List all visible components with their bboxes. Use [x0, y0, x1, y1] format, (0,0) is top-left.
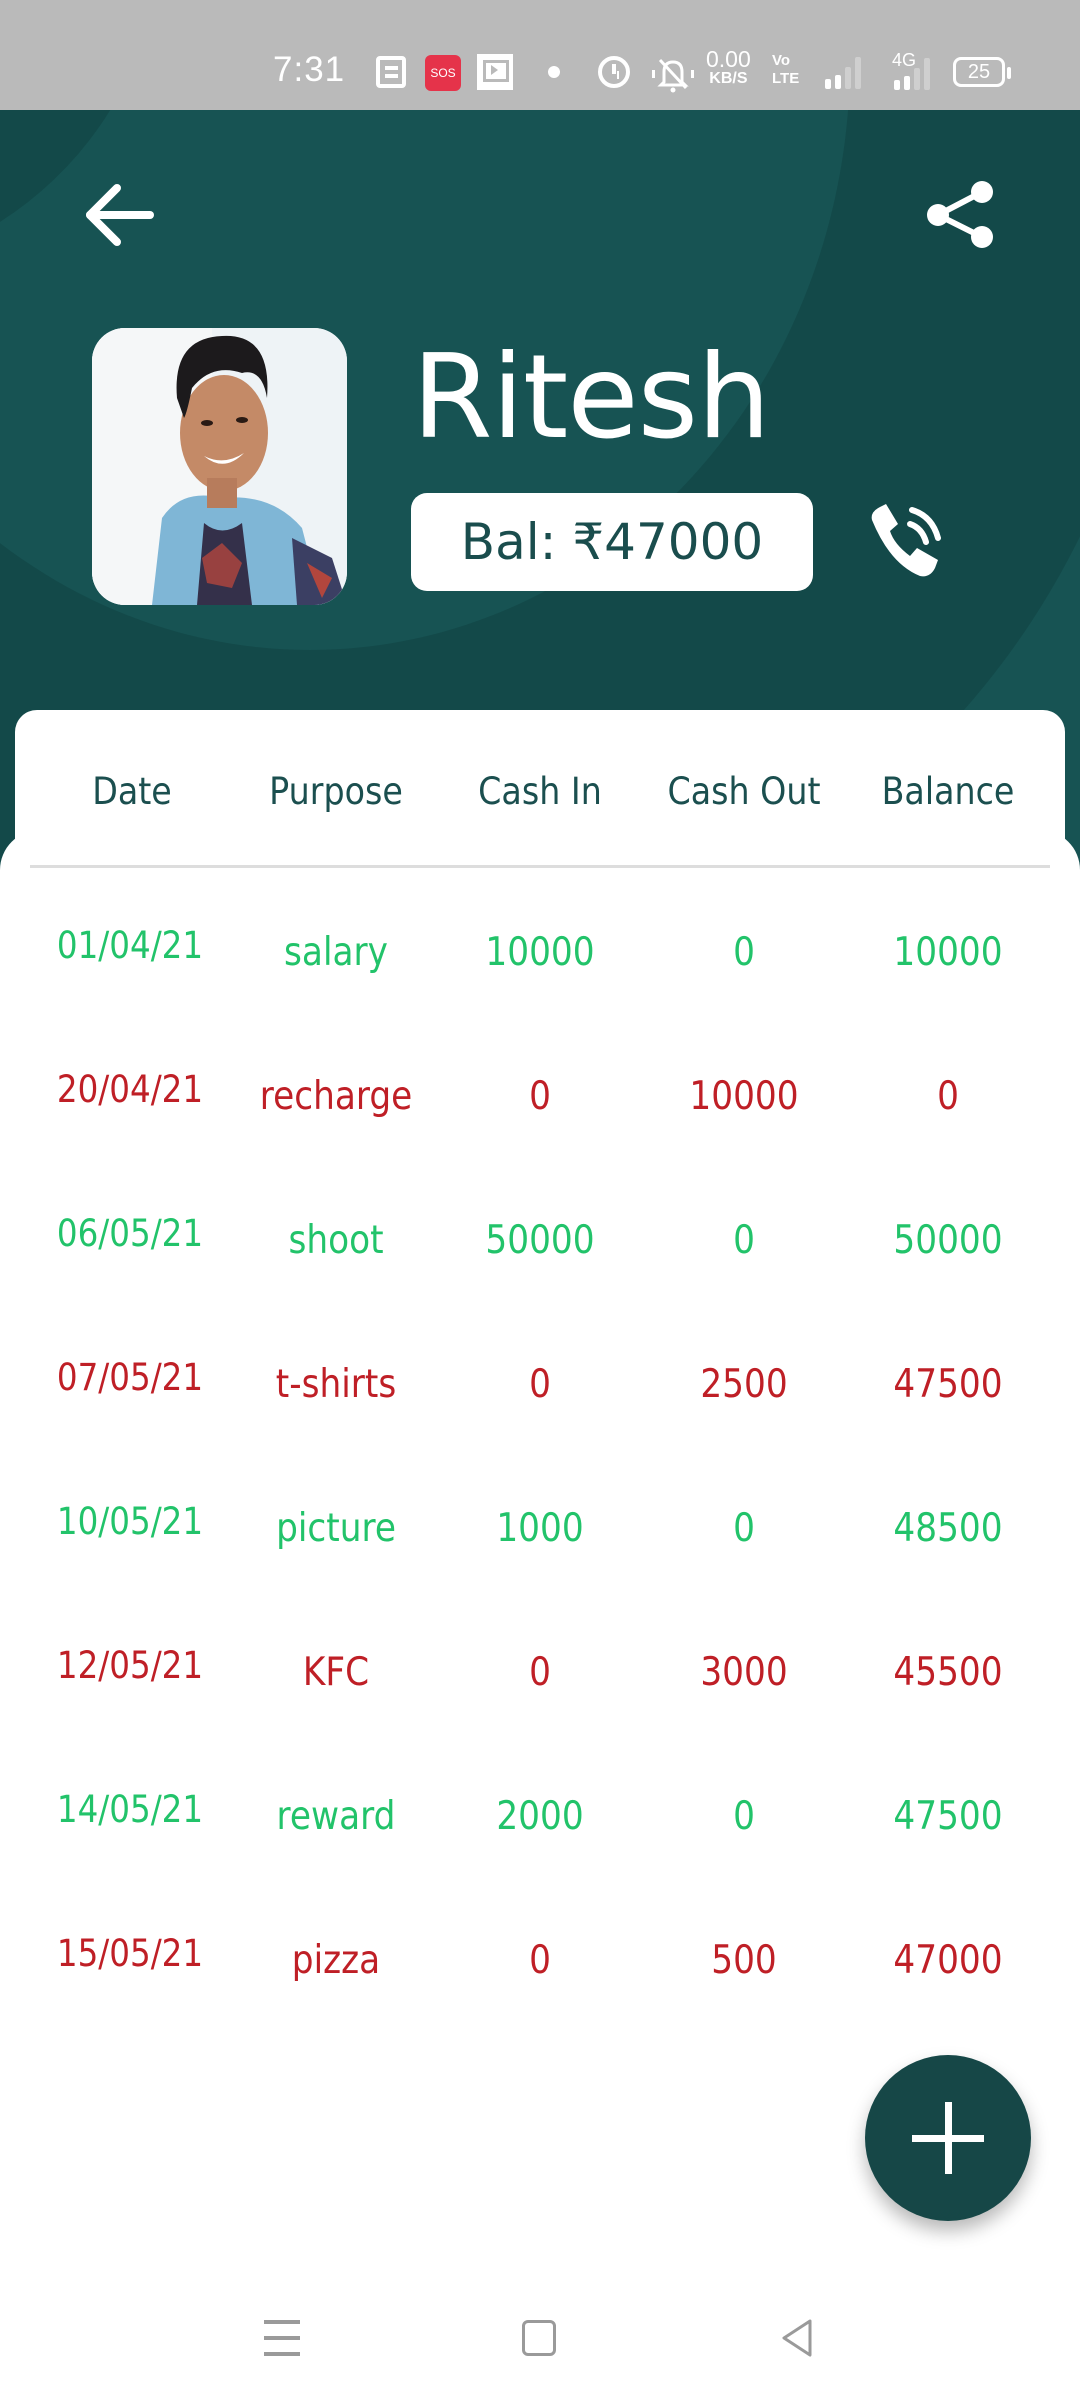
- column-header-cash-in[interactable]: Cash In: [448, 770, 632, 813]
- date-cell: 06/05/21: [56, 1212, 204, 1255]
- recents-menu-icon[interactable]: [264, 2320, 300, 2356]
- signal-icon: [825, 55, 863, 89]
- balance-cell: 0: [937, 1074, 959, 1119]
- cash-in-cell: 1000: [496, 1506, 584, 1551]
- date-cell: 12/05/21: [56, 1644, 204, 1687]
- column-header-purpose[interactable]: Purpose: [244, 770, 428, 813]
- status-time: 7:31: [273, 50, 346, 89]
- cash-out-cell: 0: [733, 1506, 755, 1551]
- sos-icon: SOS: [425, 55, 461, 91]
- header-divider: [30, 865, 1050, 868]
- purpose-cell: salary: [284, 930, 388, 975]
- balance-cell: 48500: [893, 1506, 1003, 1551]
- column-header-balance[interactable]: Balance: [856, 770, 1040, 813]
- dot-icon: [548, 66, 560, 78]
- contact-avatar[interactable]: [92, 328, 347, 605]
- date-cell: 01/04/21: [56, 924, 204, 967]
- cash-out-cell: 500: [711, 1938, 777, 1983]
- balance-cell: 10000: [893, 930, 1003, 975]
- column-header-date[interactable]: Date: [40, 770, 224, 813]
- transaction-row[interactable]: 01/04/21 salary 10000 0 10000: [0, 924, 1080, 990]
- cash-out-cell: 10000: [689, 1074, 799, 1119]
- purpose-cell: shoot: [288, 1218, 384, 1263]
- balance-cell: 47000: [893, 1938, 1003, 1983]
- avatar-image: [92, 328, 347, 605]
- cash-out-cell: 3000: [700, 1650, 788, 1695]
- contact-name: Ritesh: [412, 330, 771, 465]
- purpose-cell: t-shirts: [275, 1362, 397, 1407]
- status-bar: 7:31 SOS 0.00 KB/S Vo LTE 4G 25: [0, 0, 1080, 110]
- cash-out-cell: 0: [733, 1794, 755, 1839]
- date-cell: 15/05/21: [56, 1932, 204, 1975]
- transaction-row[interactable]: 20/04/21 recharge 0 10000 0: [0, 1068, 1080, 1134]
- home-icon[interactable]: [522, 2320, 556, 2356]
- balance-cell: 47500: [893, 1362, 1003, 1407]
- news-icon: [376, 56, 406, 88]
- cash-in-cell: 0: [529, 1650, 551, 1695]
- balance-cell: 50000: [893, 1218, 1003, 1263]
- share-button[interactable]: [920, 175, 1000, 255]
- transaction-row[interactable]: 10/05/21 picture 1000 0 48500: [0, 1500, 1080, 1566]
- share-icon: [927, 181, 993, 248]
- purpose-cell: picture: [276, 1506, 396, 1551]
- balance-badge: Bal: ₹47000: [411, 493, 813, 591]
- transaction-row[interactable]: 14/05/21 reward 2000 0 47500: [0, 1788, 1080, 1854]
- battery-icon: 25: [953, 57, 1011, 87]
- video-icon: [477, 54, 513, 90]
- back-triangle-icon[interactable]: [778, 2318, 818, 2358]
- 4g-signal-icon: 4G: [880, 50, 936, 90]
- transaction-row[interactable]: 07/05/21 t-shirts 0 2500 47500: [0, 1356, 1080, 1422]
- balance-cell: 45500: [893, 1650, 1003, 1695]
- add-transaction-button[interactable]: [865, 2055, 1031, 2221]
- date-cell: 14/05/21: [56, 1788, 204, 1831]
- date-cell: 07/05/21: [56, 1356, 204, 1399]
- table-header: Date Purpose Cash In Cash Out Balance: [0, 770, 1080, 830]
- transaction-row[interactable]: 15/05/21 pizza 0 500 47000: [0, 1932, 1080, 1998]
- cash-in-cell: 0: [529, 1362, 551, 1407]
- cash-in-cell: 0: [529, 1938, 551, 1983]
- cash-in-cell: 50000: [485, 1218, 595, 1263]
- purpose-cell: reward: [276, 1794, 396, 1839]
- call-button[interactable]: [860, 498, 946, 584]
- cash-out-cell: 0: [733, 930, 755, 975]
- transaction-row[interactable]: 06/05/21 shoot 50000 0 50000: [0, 1212, 1080, 1278]
- transaction-row[interactable]: 12/05/21 KFC 0 3000 45500: [0, 1644, 1080, 1710]
- back-button[interactable]: [80, 180, 160, 250]
- column-header-cash-out[interactable]: Cash Out: [652, 770, 836, 813]
- purpose-cell: recharge: [259, 1074, 413, 1119]
- net-speed: 0.00 KB/S: [706, 46, 751, 88]
- purpose-cell: KFC: [302, 1650, 370, 1695]
- mute-icon: [650, 54, 696, 101]
- cash-in-cell: 0: [529, 1074, 551, 1119]
- cash-out-cell: 0: [733, 1218, 755, 1263]
- cash-in-cell: 2000: [496, 1794, 584, 1839]
- cash-in-cell: 10000: [485, 930, 595, 975]
- alarm-icon: [598, 56, 630, 88]
- date-cell: 10/05/21: [56, 1500, 204, 1543]
- volte-icon: Vo LTE: [772, 52, 800, 87]
- phone-call-icon: [871, 504, 941, 577]
- navigation-bar: [0, 2290, 1080, 2400]
- cash-out-cell: 2500: [700, 1362, 788, 1407]
- arrow-left-icon: [86, 184, 154, 246]
- balance-cell: 47500: [893, 1794, 1003, 1839]
- date-cell: 20/04/21: [56, 1068, 204, 1111]
- purpose-cell: pizza: [291, 1938, 381, 1983]
